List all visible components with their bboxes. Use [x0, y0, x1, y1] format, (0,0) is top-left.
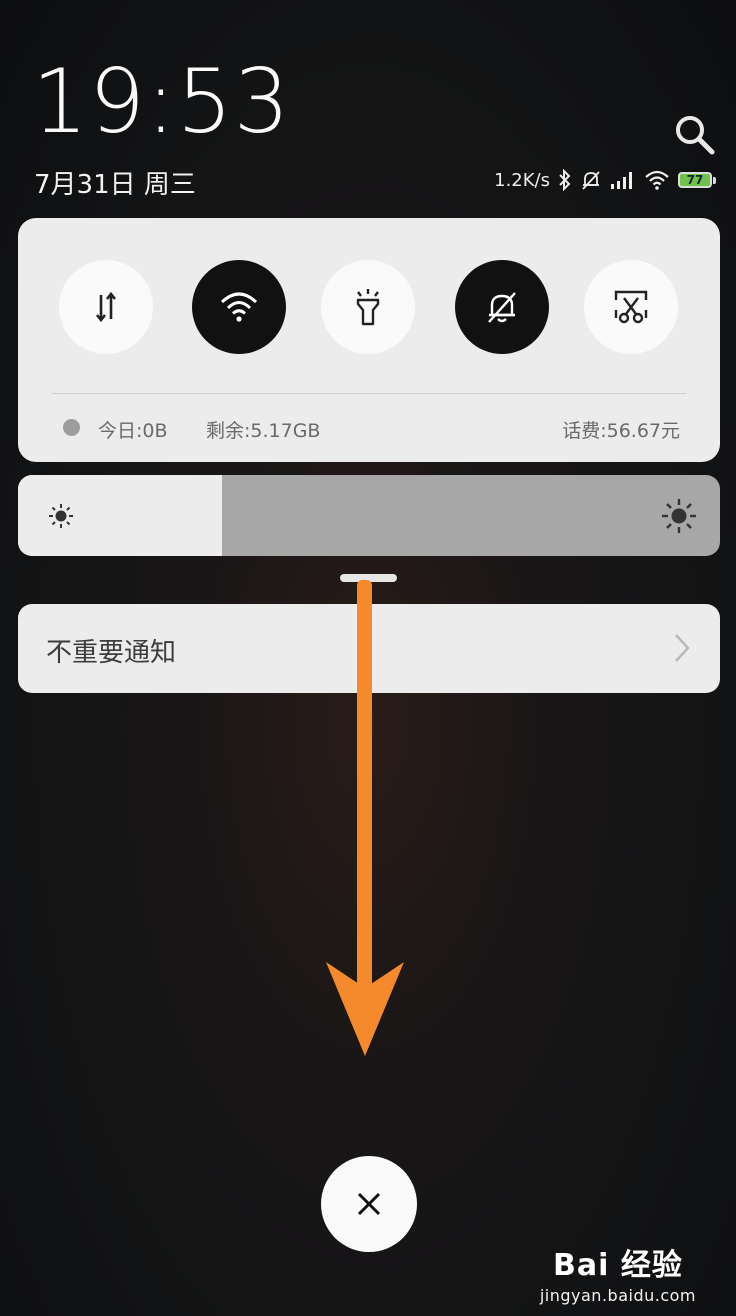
data-arrows-icon [95, 291, 117, 323]
brightness-slider[interactable] [18, 475, 720, 556]
brightness-high-icon [662, 499, 696, 533]
search-icon[interactable] [672, 112, 716, 156]
brightness-low-icon [49, 504, 73, 528]
wifi-icon [645, 170, 669, 190]
flashlight-icon [356, 289, 380, 326]
battery-icon: 77 [678, 172, 716, 188]
watermark-brand: Bai 经验 [553, 1248, 683, 1283]
close-button[interactable] [321, 1156, 417, 1252]
clock-time: 19:53 [32, 50, 291, 153]
flashlight-toggle[interactable] [321, 260, 415, 354]
wifi-toggle[interactable] [192, 260, 286, 354]
data-usage-indicator [63, 419, 80, 436]
screenshot-scissors-icon [614, 290, 648, 324]
wifi-icon [220, 292, 258, 322]
mobile-data-toggle[interactable] [59, 260, 153, 354]
signal-icon [611, 172, 632, 189]
bell-muted-icon [582, 171, 600, 190]
swipe-down-arrow [326, 580, 404, 1056]
panel-divider [52, 393, 686, 394]
bell-muted-icon [488, 292, 516, 323]
chevron-right-icon [675, 634, 690, 662]
status-bar: 1.2K/s 77 [494, 166, 716, 194]
net-speed: 1.2K/s [494, 169, 550, 191]
quick-settings-panel: 今日:0B 剩余:5.17GB 话费:56.67元 [18, 218, 720, 462]
data-today: 今日:0B [98, 420, 168, 442]
baidu-watermark: Bai 经验 jingyan.baidu.com [540, 1240, 696, 1305]
screenshot-toggle[interactable] [584, 260, 678, 354]
bluetooth-icon [559, 169, 571, 191]
notification-label: 不重要通知 [46, 638, 177, 668]
data-remaining: 剩余:5.17GB [206, 420, 321, 442]
watermark-url: jingyan.baidu.com [539, 1286, 696, 1305]
phone-balance[interactable]: 话费:56.67元 [562, 416, 680, 443]
battery-level: 77 [686, 173, 704, 187]
clock-date: 7月31日 周三 [34, 170, 196, 200]
silent-toggle[interactable] [455, 260, 549, 354]
close-icon [357, 1192, 381, 1216]
